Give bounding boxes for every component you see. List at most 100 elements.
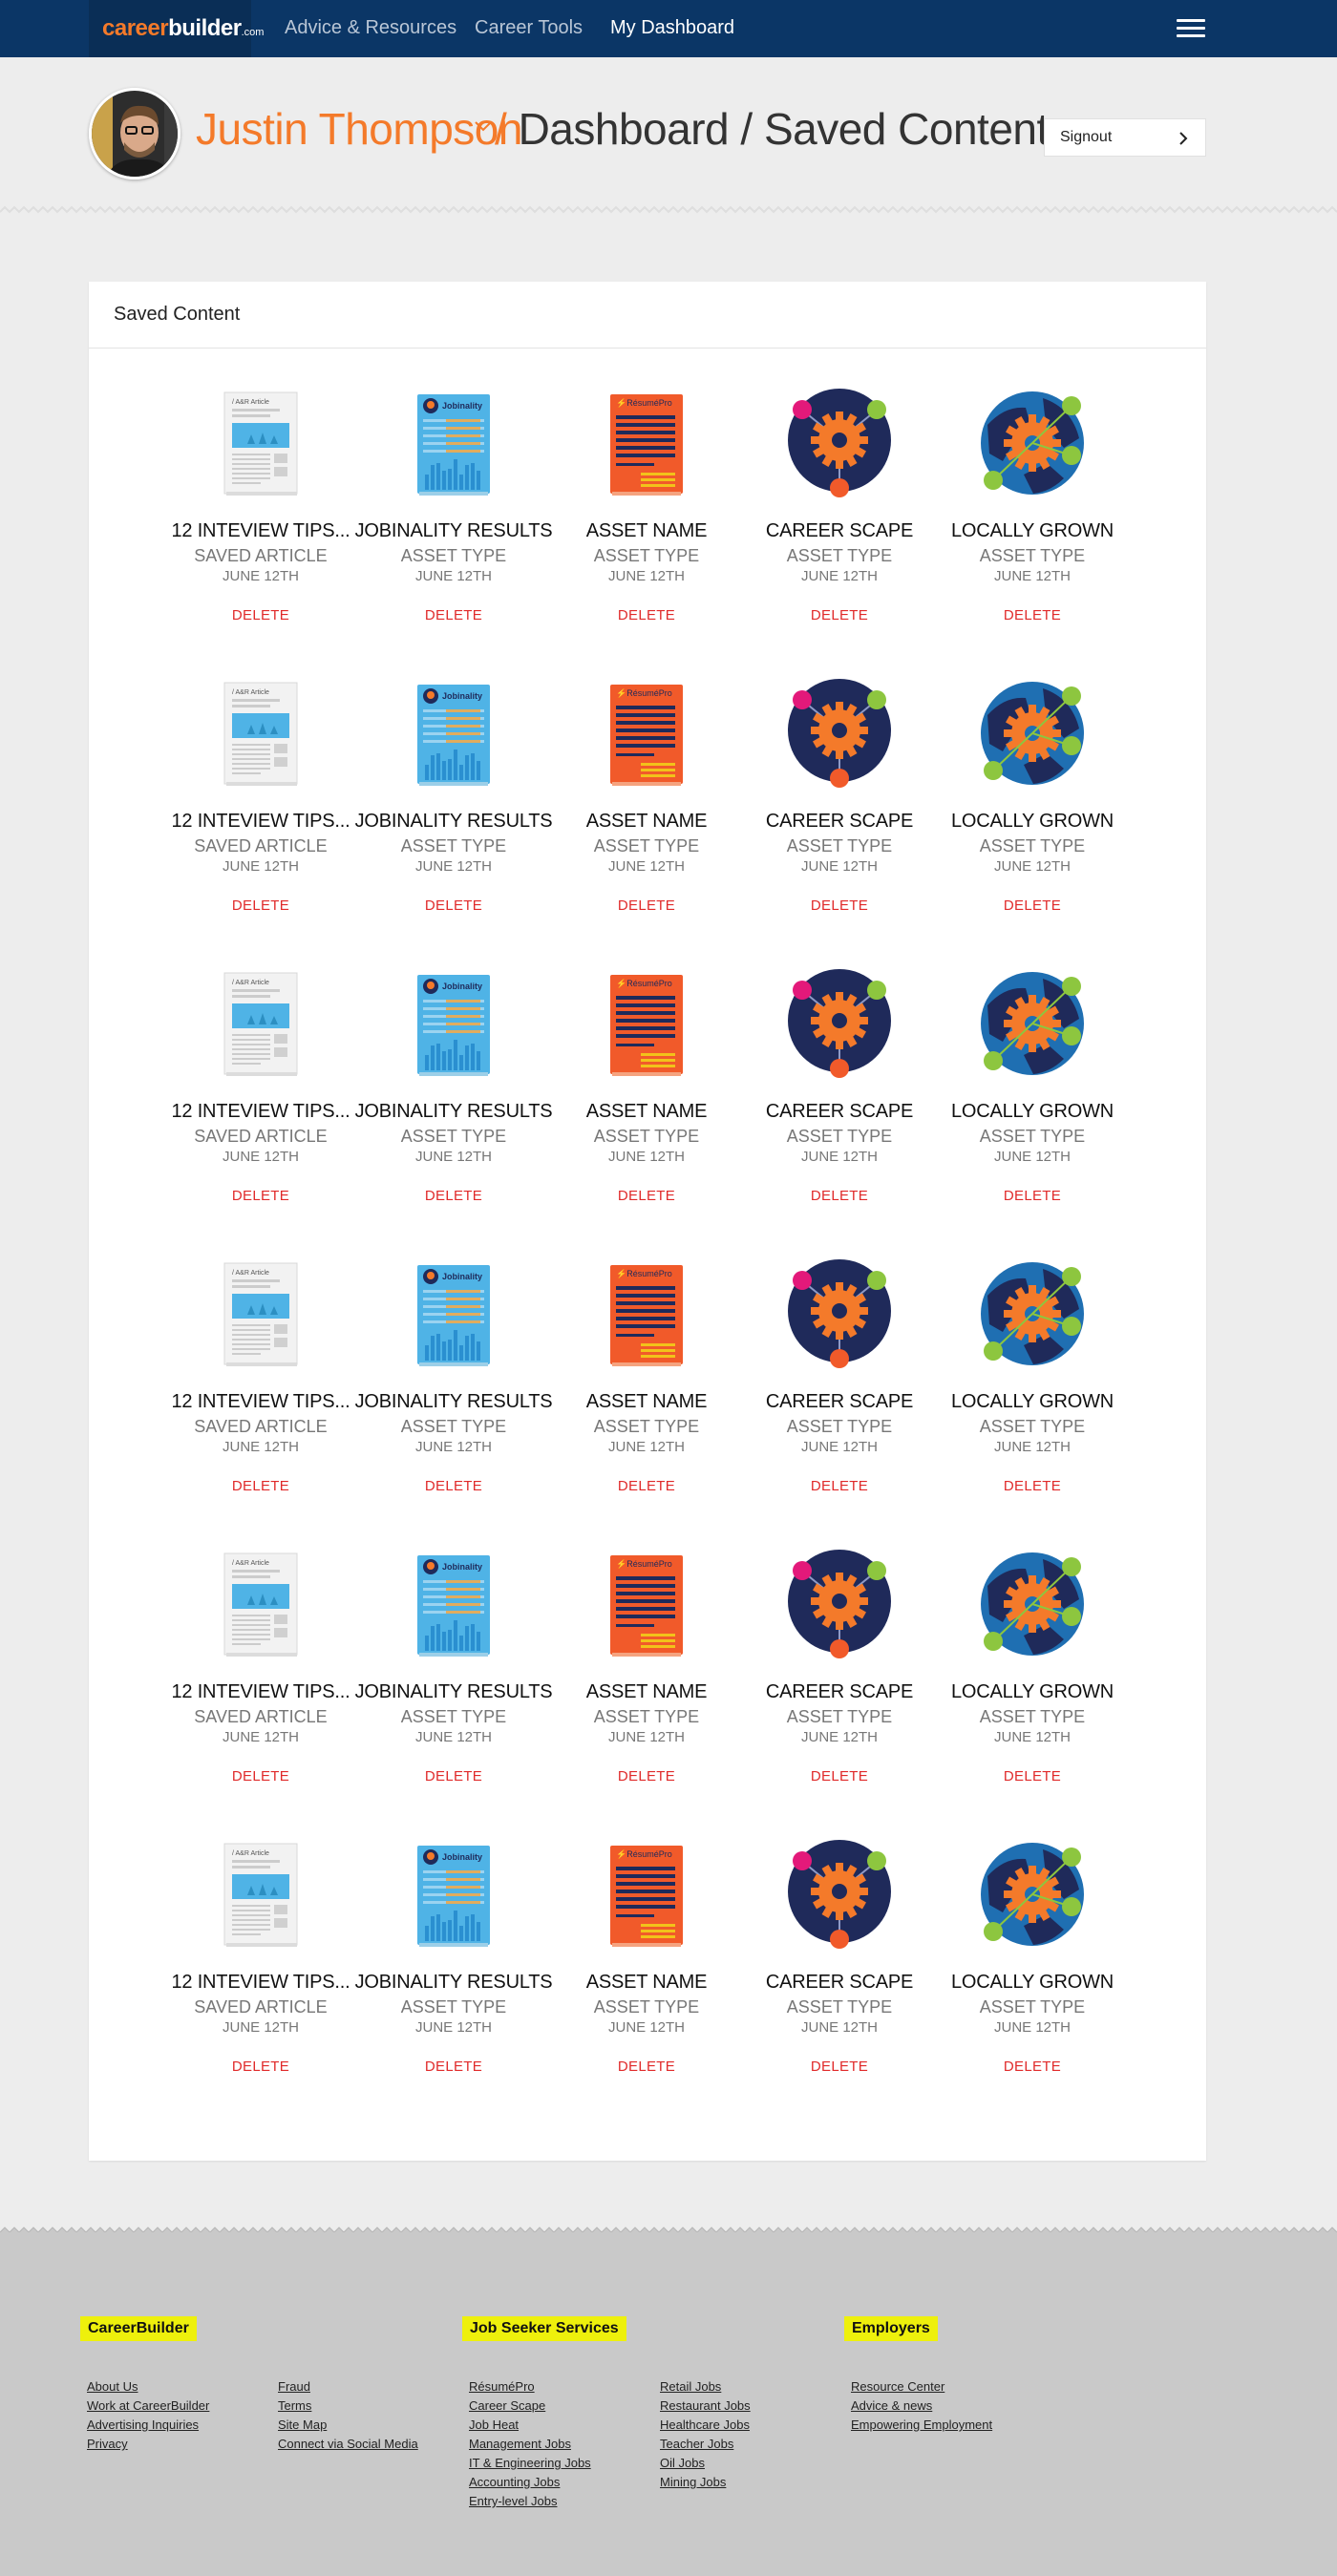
resumepro-icon[interactable]: ⚡RésuméPro [584, 1257, 709, 1370]
delete-button[interactable]: DELETE [618, 2059, 675, 2075]
globe-gear-icon[interactable] [970, 1548, 1094, 1660]
delete-button[interactable]: DELETE [425, 1188, 482, 1204]
saved-item[interactable]: ⚡RésuméPro ASSET NAME ASSET TYPE JUNE 12… [550, 1838, 743, 2128]
saved-item-title[interactable]: CAREER SCAPE [766, 520, 914, 542]
saved-item-title[interactable]: LOCALLY GROWN [951, 1972, 1114, 1994]
jobinality-icon[interactable]: Jobinality [392, 1838, 516, 1951]
saved-item[interactable]: LOCALLY GROWN ASSET TYPE JUNE 12TH DELET… [936, 967, 1129, 1257]
footer-link[interactable]: Work at CareerBuilder [87, 2398, 209, 2413]
article-icon[interactable]: / A&R Article [199, 677, 323, 790]
saved-item-title[interactable]: CAREER SCAPE [766, 1391, 914, 1413]
delete-button[interactable]: DELETE [1004, 2059, 1061, 2075]
saved-item-title[interactable]: LOCALLY GROWN [951, 1391, 1114, 1413]
saved-item-title[interactable]: ASSET NAME [586, 1972, 708, 1994]
footer-link[interactable]: Terms [278, 2398, 418, 2413]
delete-button[interactable]: DELETE [425, 1478, 482, 1494]
footer-link[interactable]: Management Jobs [469, 2437, 591, 2451]
resumepro-icon[interactable]: ⚡RésuméPro [584, 387, 709, 499]
saved-item-title[interactable]: 12 INTEVIEW TIPS... [172, 520, 350, 542]
footer-link[interactable]: Resource Center [851, 2379, 992, 2394]
delete-button[interactable]: DELETE [232, 1188, 289, 1204]
saved-item-title[interactable]: CAREER SCAPE [766, 811, 914, 833]
saved-item[interactable]: CAREER SCAPE ASSET TYPE JUNE 12TH DELETE [743, 967, 936, 1257]
delete-button[interactable]: DELETE [425, 607, 482, 623]
delete-button[interactable]: DELETE [232, 2059, 289, 2075]
saved-item[interactable]: CAREER SCAPE ASSET TYPE JUNE 12TH DELETE [743, 1838, 936, 2128]
saved-item[interactable]: CAREER SCAPE ASSET TYPE JUNE 12TH DELETE [743, 677, 936, 967]
career-scape-icon[interactable] [777, 1548, 902, 1660]
footer-link[interactable]: Job Heat [469, 2418, 591, 2432]
footer-link[interactable]: Teacher Jobs [660, 2437, 751, 2451]
saved-item-title[interactable]: 12 INTEVIEW TIPS... [172, 1972, 350, 1994]
article-icon[interactable]: / A&R Article [199, 967, 323, 1080]
saved-item[interactable]: / A&R Article 12 INTEVIEW TIPS... SAVED … [164, 1838, 357, 2128]
saved-item[interactable]: Jobinality JOBINALITY RESULTS ASSET TYPE… [355, 387, 553, 677]
globe-gear-icon[interactable] [970, 1257, 1094, 1370]
delete-button[interactable]: DELETE [1004, 607, 1061, 623]
resumepro-icon[interactable]: ⚡RésuméPro [584, 967, 709, 1080]
footer-link[interactable]: Empowering Employment [851, 2418, 992, 2432]
resumepro-icon[interactable]: ⚡RésuméPro [584, 1548, 709, 1660]
saved-item[interactable]: ⚡RésuméPro ASSET NAME ASSET TYPE JUNE 12… [550, 1548, 743, 1838]
jobinality-icon[interactable]: Jobinality [392, 967, 516, 1080]
saved-item-title[interactable]: ASSET NAME [586, 811, 708, 833]
saved-item[interactable]: LOCALLY GROWN ASSET TYPE JUNE 12TH DELET… [936, 677, 1129, 967]
delete-button[interactable]: DELETE [811, 1768, 868, 1784]
footer-link[interactable]: Privacy [87, 2437, 209, 2451]
delete-button[interactable]: DELETE [618, 1768, 675, 1784]
saved-item[interactable]: LOCALLY GROWN ASSET TYPE JUNE 12TH DELET… [936, 1548, 1129, 1838]
saved-item-title[interactable]: CAREER SCAPE [766, 1972, 914, 1994]
saved-item-title[interactable]: JOBINALITY RESULTS [355, 1681, 553, 1703]
delete-button[interactable]: DELETE [1004, 1768, 1061, 1784]
article-icon[interactable]: / A&R Article [199, 1838, 323, 1951]
delete-button[interactable]: DELETE [425, 1768, 482, 1784]
delete-button[interactable]: DELETE [425, 2059, 482, 2075]
saved-item[interactable]: CAREER SCAPE ASSET TYPE JUNE 12TH DELETE [743, 1257, 936, 1548]
saved-item[interactable]: ⚡RésuméPro ASSET NAME ASSET TYPE JUNE 12… [550, 677, 743, 967]
saved-item-title[interactable]: JOBINALITY RESULTS [355, 811, 553, 833]
footer-link[interactable]: RésuméPro [469, 2379, 591, 2394]
delete-button[interactable]: DELETE [425, 897, 482, 914]
nav-advice-resources[interactable]: Advice & Resources [285, 17, 456, 39]
saved-item[interactable]: / A&R Article 12 INTEVIEW TIPS... SAVED … [164, 967, 357, 1257]
saved-item-title[interactable]: JOBINALITY RESULTS [355, 1972, 553, 1994]
article-icon[interactable]: / A&R Article [199, 387, 323, 499]
saved-item[interactable]: ⚡RésuméPro ASSET NAME ASSET TYPE JUNE 12… [550, 967, 743, 1257]
saved-item-title[interactable]: JOBINALITY RESULTS [355, 520, 553, 542]
saved-item-title[interactable]: CAREER SCAPE [766, 1101, 914, 1123]
saved-item[interactable]: / A&R Article 12 INTEVIEW TIPS... SAVED … [164, 1257, 357, 1548]
footer-link[interactable]: Fraud [278, 2379, 418, 2394]
globe-gear-icon[interactable] [970, 677, 1094, 790]
career-scape-icon[interactable] [777, 677, 902, 790]
delete-button[interactable]: DELETE [232, 607, 289, 623]
footer-link[interactable]: Mining Jobs [660, 2475, 751, 2489]
jobinality-icon[interactable]: Jobinality [392, 677, 516, 790]
delete-button[interactable]: DELETE [811, 1188, 868, 1204]
saved-item[interactable]: CAREER SCAPE ASSET TYPE JUNE 12TH DELETE [743, 387, 936, 677]
saved-item-title[interactable]: LOCALLY GROWN [951, 1101, 1114, 1123]
nav-my-dashboard[interactable]: My Dashboard [610, 17, 734, 39]
breadcrumb-dashboard[interactable]: Dashboard [519, 104, 730, 154]
saved-item-title[interactable]: JOBINALITY RESULTS [355, 1101, 553, 1123]
avatar[interactable] [89, 88, 180, 179]
saved-item-title[interactable]: ASSET NAME [586, 1391, 708, 1413]
footer-link[interactable]: Entry-level Jobs [469, 2494, 591, 2508]
saved-item-title[interactable]: CAREER SCAPE [766, 1681, 914, 1703]
footer-link[interactable]: Advertising Inquiries [87, 2418, 209, 2432]
resumepro-icon[interactable]: ⚡RésuméPro [584, 1838, 709, 1951]
saved-item[interactable]: Jobinality JOBINALITY RESULTS ASSET TYPE… [355, 967, 553, 1257]
saved-item[interactable]: LOCALLY GROWN ASSET TYPE JUNE 12TH DELET… [936, 1838, 1129, 2128]
saved-item[interactable]: / A&R Article 12 INTEVIEW TIPS... SAVED … [164, 677, 357, 967]
saved-item-title[interactable]: JOBINALITY RESULTS [355, 1391, 553, 1413]
saved-item[interactable]: Jobinality JOBINALITY RESULTS ASSET TYPE… [355, 1548, 553, 1838]
nav-career-tools[interactable]: Career Tools [475, 17, 583, 39]
delete-button[interactable]: DELETE [618, 607, 675, 623]
careerbuilder-logo[interactable]: career builder .com [89, 0, 264, 57]
saved-item-title[interactable]: ASSET NAME [586, 1681, 708, 1703]
delete-button[interactable]: DELETE [618, 1188, 675, 1204]
saved-item[interactable]: Jobinality JOBINALITY RESULTS ASSET TYPE… [355, 677, 553, 967]
saved-item[interactable]: / A&R Article 12 INTEVIEW TIPS... SAVED … [164, 1548, 357, 1838]
career-scape-icon[interactable] [777, 1838, 902, 1951]
globe-gear-icon[interactable] [970, 387, 1094, 499]
saved-item[interactable]: Jobinality JOBINALITY RESULTS ASSET TYPE… [355, 1257, 553, 1548]
